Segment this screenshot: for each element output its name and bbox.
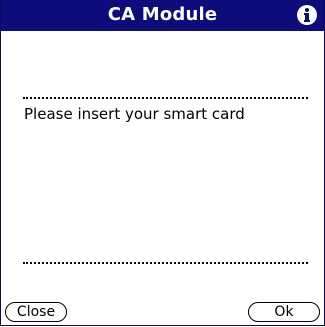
status-message: Please insert your smart card — [24, 105, 245, 123]
dialog-window: CA Module Please insert your smart card … — [0, 0, 325, 326]
ok-button[interactable]: Ok — [248, 302, 320, 322]
top-divider — [23, 97, 308, 99]
info-icon[interactable] — [296, 4, 318, 26]
window-title: CA Module — [107, 4, 218, 25]
title-bar: CA Module — [1, 0, 324, 31]
bottom-divider — [23, 262, 308, 264]
close-button[interactable]: Close — [5, 302, 67, 322]
